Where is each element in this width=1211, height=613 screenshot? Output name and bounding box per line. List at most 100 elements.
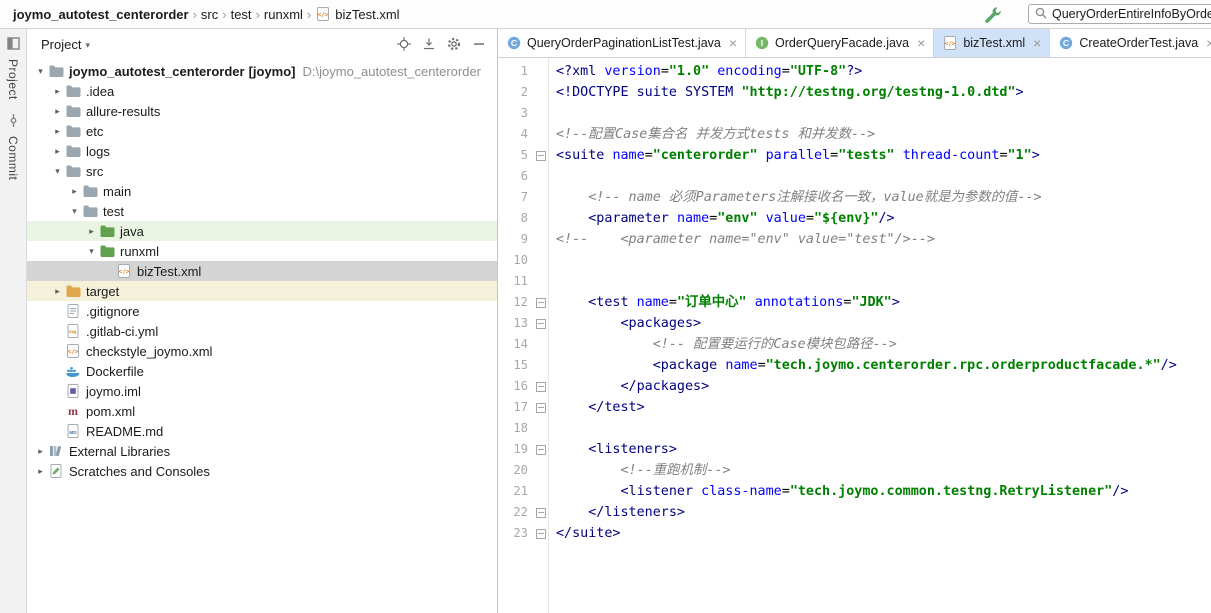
fold-toggle-icon[interactable] — [534, 523, 548, 544]
tree-item-readme-md[interactable]: MD README.md — [27, 421, 497, 441]
editor-tab-createordertest-java[interactable]: C CreateOrderTest.java × — [1050, 29, 1211, 57]
code-text[interactable]: <parameter name="env" value="${env}"/> — [548, 208, 894, 229]
tree-item-main[interactable]: ▸ main — [27, 181, 497, 201]
tab-close-icon[interactable]: × — [1206, 36, 1211, 50]
fold-toggle-icon[interactable] — [534, 502, 548, 523]
tree-item-etc[interactable]: ▸ etc — [27, 121, 497, 141]
folder-icon — [65, 143, 81, 159]
tree-item-checkstyle-joymo-xml[interactable]: </> checkstyle_joymo.xml — [27, 341, 497, 361]
expand-arrow-icon[interactable]: ▸ — [50, 86, 65, 97]
code-text[interactable]: </listeners> — [548, 502, 685, 523]
breadcrumb-item-label: src — [200, 6, 219, 22]
breadcrumb-item-src[interactable]: src — [198, 7, 221, 22]
code-text[interactable] — [548, 418, 556, 439]
svg-text:YML: YML — [69, 330, 78, 335]
tree-item-gitignore[interactable]: .gitignore — [27, 301, 497, 321]
code-text[interactable]: <packages> — [548, 313, 702, 334]
tree-item-allure-results[interactable]: ▸ allure-results — [27, 101, 497, 121]
tab-close-icon[interactable]: × — [917, 36, 925, 50]
tree-item-label: Scratches and Consoles — [69, 463, 210, 479]
stripe-commit-button[interactable]: Commit — [6, 113, 20, 180]
tree-item-joymo-iml[interactable]: joymo.iml — [27, 381, 497, 401]
expand-arrow-icon[interactable]: ▸ — [33, 446, 48, 457]
tree-item-biztest-xml[interactable]: </> bizTest.xml — [27, 261, 497, 281]
code-text[interactable]: </suite> — [548, 523, 621, 544]
code-line: 18 — [498, 418, 1211, 439]
breadcrumb-item-test[interactable]: test — [228, 7, 255, 22]
code-text[interactable] — [548, 166, 556, 187]
collapse-arrow-icon[interactable]: ▾ — [50, 166, 65, 177]
editor-tab-biztest-xml[interactable]: </> bizTest.xml × — [934, 29, 1051, 57]
expand-arrow-icon[interactable]: ▸ — [50, 286, 65, 297]
code-text[interactable]: <?xml version="1.0" encoding="UTF-8"?> — [548, 61, 862, 82]
code-text[interactable]: <test name="订单中心" annotations="JDK"> — [548, 292, 900, 313]
code-text[interactable]: <suite name="centerorder" parallel="test… — [548, 145, 1040, 166]
expand-arrow-icon[interactable]: ▸ — [50, 146, 65, 157]
code-text[interactable]: <package name="tech.joymo.centerorder.rp… — [548, 355, 1177, 376]
fold-toggle-icon[interactable] — [534, 397, 548, 418]
fold-toggle-icon[interactable] — [534, 376, 548, 397]
code-text[interactable]: <!-- <parameter name="env" value="test"/… — [548, 229, 935, 250]
tab-close-icon[interactable]: × — [729, 36, 737, 50]
hide-panel-icon[interactable] — [471, 36, 487, 52]
editor-tab-orderqueryfacade-java[interactable]: I OrderQueryFacade.java × — [746, 29, 935, 57]
tree-item-external-libraries[interactable]: ▸ External Libraries — [27, 441, 497, 461]
tree-item-test[interactable]: ▾ test — [27, 201, 497, 221]
fold-toggle-icon[interactable] — [534, 313, 548, 334]
code-text[interactable]: <!--配置Case集合名 并发方式tests 和并发数--> — [548, 124, 875, 145]
breadcrumb-item-biztest-xml[interactable]: </> bizTest.xml — [312, 6, 402, 22]
project-view-selector[interactable]: Project ▾ — [41, 37, 90, 52]
breadcrumb-item-joymo-autotest-centerorder[interactable]: joymo_autotest_centerorder — [10, 7, 192, 22]
code-text[interactable]: <!DOCTYPE suite SYSTEM "http://testng.or… — [548, 82, 1024, 103]
line-number: 14 — [513, 337, 528, 351]
code-text[interactable]: <!--重跑机制--> — [548, 460, 731, 481]
code-text[interactable]: <listeners> — [548, 439, 677, 460]
tree-item-target[interactable]: ▸ target — [27, 281, 497, 301]
collapse-arrow-icon[interactable]: ▾ — [67, 206, 82, 217]
code-text[interactable]: <!-- name 必须Parameters注解接收名一致，value就是为参数… — [548, 187, 1041, 208]
locate-file-icon[interactable] — [396, 36, 412, 52]
tree-item-pom-xml[interactable]: m pom.xml — [27, 401, 497, 421]
expand-arrow-icon[interactable]: ▸ — [50, 106, 65, 117]
test-folder-icon — [99, 223, 115, 239]
search-box[interactable]: QueryOrderEntireInfoByOrder — [1028, 4, 1211, 24]
tree-item-logs[interactable]: ▸ logs — [27, 141, 497, 161]
expand-arrow-icon[interactable]: ▸ — [84, 226, 99, 237]
tree-item-gitlab-ci-yml[interactable]: YML .gitlab-ci.yml — [27, 321, 497, 341]
code-text[interactable] — [548, 103, 556, 124]
tree-item-java[interactable]: ▸ java — [27, 221, 497, 241]
tree-item-joymo-autotest-centerorder[interactable]: ▾ joymo_autotest_centerorder [joymo] D:\jo… — [27, 61, 497, 81]
tree-item-runxml[interactable]: ▾ runxml — [27, 241, 497, 261]
svg-text:</>: </> — [68, 349, 79, 356]
build-wrench-icon[interactable] — [983, 5, 1003, 25]
code-text[interactable] — [548, 250, 556, 271]
breadcrumb-item-runxml[interactable]: runxml — [261, 7, 306, 22]
tree-item-dockerfile[interactable]: Dockerfile — [27, 361, 497, 381]
code-text[interactable]: <listener class-name="tech.joymo.common.… — [548, 481, 1129, 502]
code-editor[interactable]: 1 <?xml version="1.0" encoding="UTF-8"?> 2… — [498, 58, 1211, 613]
tree-item-idea[interactable]: ▸ .idea — [27, 81, 497, 101]
tree-item-src[interactable]: ▾ src — [27, 161, 497, 181]
expand-arrow-icon[interactable]: ▸ — [33, 466, 48, 477]
code-line: 6 — [498, 166, 1211, 187]
code-text[interactable]: </test> — [548, 397, 644, 418]
expand-arrow-icon[interactable]: ▸ — [50, 126, 65, 137]
collapse-all-icon[interactable] — [421, 36, 437, 52]
editor-tab-queryorderpaginationlisttest-java[interactable]: C QueryOrderPaginationListTest.java × — [498, 29, 747, 57]
expand-arrow-icon[interactable]: ▸ — [67, 186, 82, 197]
tree-item-label: .gitignore — [86, 303, 140, 319]
tree-item-scratches-and-consoles[interactable]: ▸ Scratches and Consoles — [27, 461, 497, 481]
folder-icon — [65, 83, 81, 99]
fold-toggle-icon[interactable] — [534, 145, 548, 166]
code-text[interactable] — [548, 271, 556, 292]
collapse-arrow-icon[interactable]: ▾ — [84, 246, 99, 257]
tab-close-icon[interactable]: × — [1033, 36, 1041, 50]
fold-toggle-icon[interactable] — [534, 292, 548, 313]
settings-gear-icon[interactable] — [446, 36, 462, 52]
code-text[interactable]: </packages> — [548, 376, 710, 397]
stripe-project-button[interactable]: Project — [6, 37, 20, 100]
code-text[interactable]: <!-- 配置要运行的Case模块包路径--> — [548, 334, 897, 355]
code-line: 7 <!-- name 必须Parameters注解接收名一致，value就是为… — [498, 187, 1211, 208]
collapse-arrow-icon[interactable]: ▾ — [33, 66, 48, 77]
fold-toggle-icon[interactable] — [534, 439, 548, 460]
